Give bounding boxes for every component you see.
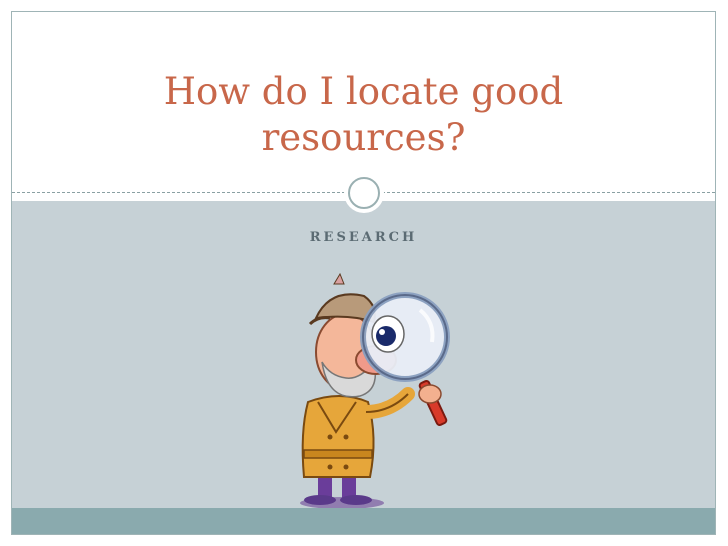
footer-bar bbox=[12, 508, 715, 534]
slide-title: How do I locate good resources? bbox=[163, 70, 564, 159]
coat-button-3 bbox=[327, 464, 333, 470]
detective-with-magnifying-glass-icon bbox=[300, 272, 450, 509]
shoe-left bbox=[304, 495, 336, 505]
shoe-right bbox=[340, 495, 372, 505]
arm bbox=[359, 387, 415, 419]
slide-subtitle: RESEARCH bbox=[309, 230, 418, 245]
coat-button-1 bbox=[327, 434, 333, 440]
pupil bbox=[376, 326, 396, 346]
circle-ornament-icon bbox=[348, 177, 380, 209]
pupil-highlight bbox=[379, 329, 385, 335]
coat-button-2 bbox=[343, 434, 349, 440]
slide: How do I locate good resources? RESEARCH bbox=[11, 11, 716, 535]
coat-belt bbox=[303, 449, 373, 459]
coat-button-4 bbox=[343, 464, 349, 470]
title-area: How do I locate good resources? bbox=[12, 12, 715, 193]
hat-tassel bbox=[333, 272, 345, 285]
hand bbox=[418, 384, 442, 404]
